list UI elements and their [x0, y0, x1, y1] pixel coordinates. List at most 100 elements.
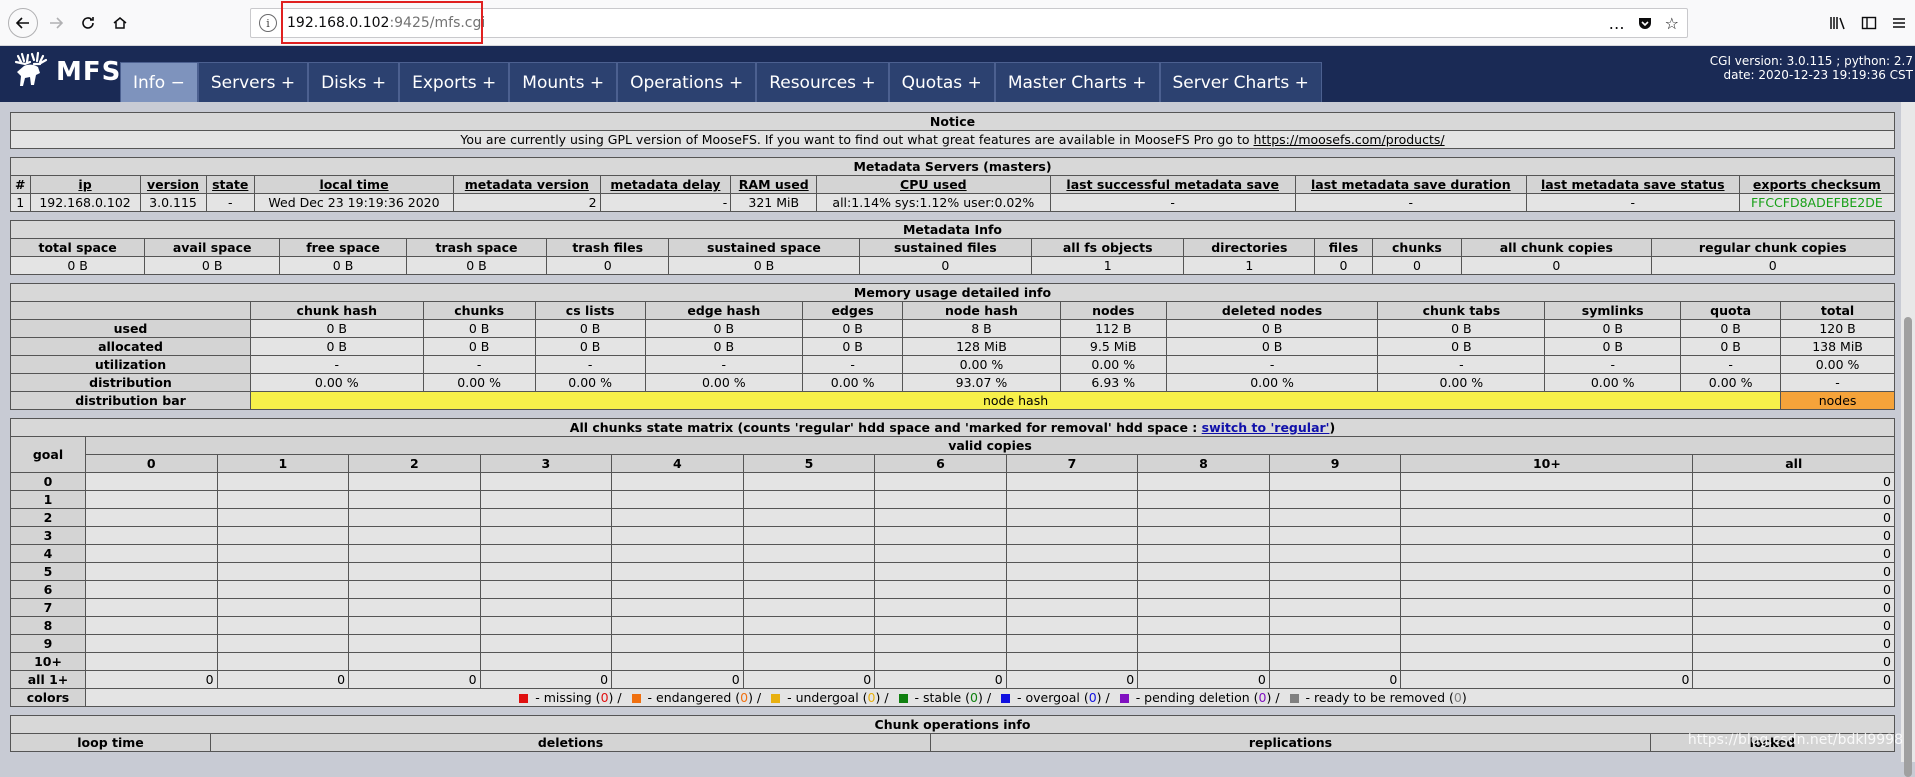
masters-col-header[interactable]: last successful metadata save [1049, 175, 1296, 194]
memory-col-header: symlinks [1544, 301, 1682, 320]
memory-cell: 0 B [534, 319, 646, 338]
memory-cell: - [802, 355, 904, 374]
matrix-all-value: 0 [1137, 670, 1270, 689]
matrix-cell [874, 598, 1007, 617]
hamburger-menu-icon[interactable] [1891, 15, 1907, 31]
matrix-cell [479, 598, 613, 617]
memory-cell: 0.00 % [1680, 373, 1782, 392]
masters-col-header[interactable]: CPU used [816, 175, 1051, 194]
matrix-goal-label: 6 [10, 580, 86, 599]
menu-disks[interactable]: Disks + [308, 62, 400, 102]
masters-col-header[interactable]: ip [29, 175, 141, 194]
back-arrow-icon [15, 16, 29, 29]
menu-operations[interactable]: Operations + [617, 62, 757, 102]
matrix-cell [1005, 598, 1139, 617]
matrix-cell [85, 526, 218, 545]
matrix-cell [1005, 526, 1139, 545]
watermark-text: https://blog.csdn.net/bdkl9998 [1687, 732, 1903, 748]
matrix-cell [1005, 472, 1139, 491]
menu-servers[interactable]: Servers + [197, 62, 309, 102]
matrix-col-header: 5 [742, 454, 876, 473]
legend-swatch-green [898, 694, 908, 703]
matrix-cell [1400, 472, 1694, 491]
chunkops-table: Chunk operations info loop time deletion… [10, 715, 1895, 752]
matrix-all-value: 0 [742, 670, 876, 689]
forward-button[interactable] [42, 9, 70, 37]
matrix-cell [1400, 562, 1694, 581]
masters-col-header[interactable]: exports checksum [1738, 175, 1896, 194]
matrix-col-header: 1 [216, 454, 350, 473]
browser-toolbar: i 192.168.0.102:9425/mfs.cgi … ☆ [0, 0, 1915, 46]
masters-cell: 2 [453, 193, 601, 212]
memory-cell: 0.00 % [1544, 373, 1682, 392]
masters-col-header[interactable]: last metadata save status [1525, 175, 1740, 194]
matrix-cell [611, 562, 744, 581]
masters-col-header[interactable]: local time [253, 175, 455, 194]
scrollbar-thumb[interactable] [1904, 317, 1912, 777]
menu-master-charts[interactable]: Master Charts + [994, 62, 1160, 102]
matrix-cell [85, 544, 218, 563]
masters-col-header[interactable]: metadata delay [599, 175, 732, 194]
switch-to-regular-link[interactable]: switch to 'regular' [1202, 420, 1330, 435]
matrix-cell [1400, 634, 1694, 653]
masters-col-header[interactable]: version [139, 175, 207, 194]
matrix-cell [742, 580, 876, 599]
menu-info[interactable]: Info − [120, 62, 198, 102]
matrix-cell [611, 490, 744, 509]
matrix-cell [1137, 562, 1270, 581]
masters-col-header[interactable]: RAM used [730, 175, 818, 194]
metainfo-cell: 0 B [279, 256, 407, 275]
masters-col-header[interactable]: last metadata save duration [1294, 175, 1527, 194]
menu-server-charts[interactable]: Server Charts + [1159, 62, 1322, 102]
memory-cell: 0 B [250, 337, 424, 356]
metainfo-col-header: all chunk copies [1461, 238, 1652, 257]
sidebar-icon[interactable] [1861, 15, 1877, 31]
chunkops-loop-time: loop time [10, 733, 211, 752]
metainfo-col-header: all fs objects [1031, 238, 1185, 257]
matrix-cell [1005, 634, 1139, 653]
matrix-all-cell: 0 [1692, 544, 1895, 563]
bookmark-star-icon[interactable]: ☆ [1665, 14, 1679, 33]
legend-label: - pending deletion ( [1131, 690, 1259, 705]
menu-resources[interactable]: Resources + [756, 62, 889, 102]
matrix-cell [479, 652, 613, 671]
home-button[interactable] [106, 9, 134, 37]
notice-table: Notice You are currently using GPL versi… [10, 112, 1895, 149]
page-scrollbar[interactable] [1901, 102, 1915, 777]
matrix-cell [348, 526, 481, 545]
metainfo-col-header: sustained files [858, 238, 1033, 257]
metainfo-col-header: free space [279, 238, 407, 257]
legend-count: 0 [1088, 690, 1097, 705]
menu-quotas[interactable]: Quotas + [888, 62, 995, 102]
reload-button[interactable] [74, 9, 102, 37]
matrix-cell [1137, 598, 1270, 617]
matrix-cell [874, 562, 1007, 581]
more-actions-icon[interactable]: … [1609, 14, 1625, 33]
masters-cell: - [599, 193, 732, 212]
memory-row-label: allocated [10, 337, 251, 356]
matrix-cell [216, 472, 350, 491]
memory-cell: 138 MiB [1780, 337, 1895, 356]
menu-mounts[interactable]: Mounts + [509, 62, 618, 102]
memory-cell: 6.93 % [1059, 373, 1167, 392]
pocket-icon[interactable] [1637, 15, 1653, 31]
metainfo-col-header: files [1314, 238, 1373, 257]
legend-label: - missing ( [531, 690, 601, 705]
menu-exports[interactable]: Exports + [399, 62, 510, 102]
matrix-cell [1268, 634, 1402, 653]
info-icon[interactable]: i [259, 14, 277, 32]
matrix-cell [874, 580, 1007, 599]
memory-cell: 0 B [1377, 337, 1546, 356]
mfs-logo[interactable]: MFS [10, 50, 121, 94]
masters-col-header[interactable]: state [205, 175, 255, 194]
reload-icon [82, 16, 94, 29]
matrix-cell [479, 562, 613, 581]
memory-cell: - [1165, 355, 1379, 374]
moosefs-products-link[interactable]: https://moosefs.com/products/ [1254, 132, 1445, 147]
legend-swatch-orange [631, 694, 641, 703]
matrix-cell [85, 580, 218, 599]
library-icon[interactable] [1829, 15, 1847, 31]
back-button[interactable] [8, 7, 38, 38]
masters-col-header[interactable]: metadata version [453, 175, 601, 194]
matrix-cell [611, 616, 744, 635]
